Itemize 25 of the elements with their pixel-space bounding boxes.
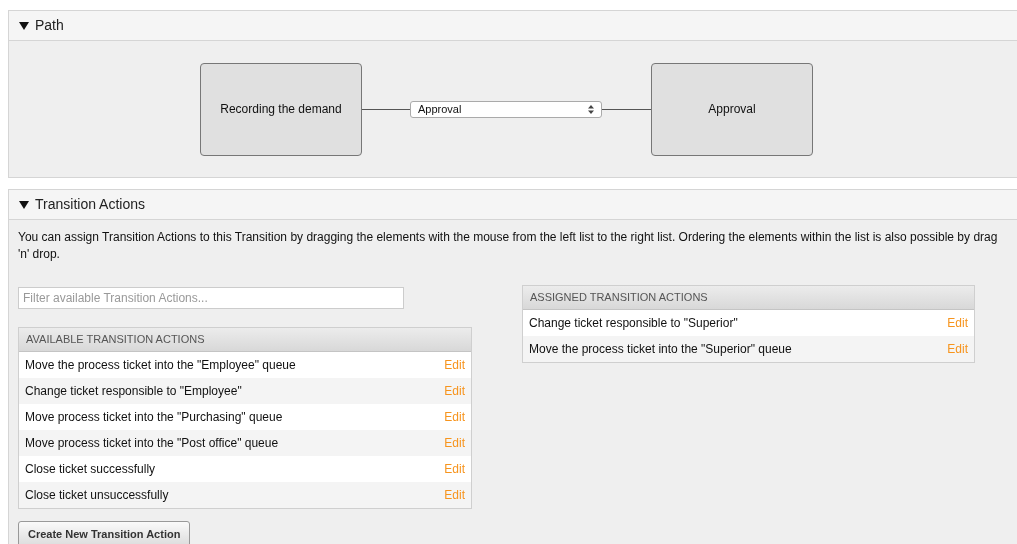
panel-title: Transition Actions	[35, 195, 145, 214]
list-item[interactable]: Close ticket successfully Edit	[19, 456, 471, 482]
action-label: Change ticket responsible to "Employee"	[25, 383, 242, 400]
transition-select[interactable]: Approval	[410, 100, 602, 118]
select-arrows-icon	[588, 104, 594, 114]
list-item[interactable]: Move the process ticket into the "Employee" queue Edit	[19, 352, 471, 378]
activity-node[interactable]: Recording the demand	[200, 62, 362, 156]
description-text: You can assign Transition Actions to this Transition by dragging the elements with the mouse from the left list to the right list. Ordering the elements within the list is also possible by drag 'n' drop.	[18, 229, 999, 263]
action-label: Close ticket unsuccessfully	[25, 487, 169, 504]
list-item[interactable]: Move process ticket into the "Purchasing" queue Edit	[19, 404, 471, 430]
action-label: Close ticket successfully	[25, 461, 156, 478]
list-header: ASSIGNED TRANSITION ACTIONS	[523, 286, 974, 310]
action-label: Move process ticket into the "Post office" queue	[25, 435, 279, 452]
list-item[interactable]: Change ticket responsible to "Superior" Edit	[523, 310, 974, 336]
panel-title: Path	[35, 16, 64, 35]
collapse-triangle-icon[interactable]	[19, 199, 29, 210]
action-label: Change ticket responsible to "Superior"	[529, 315, 738, 332]
list-header: AVAILABLE TRANSITION ACTIONS	[19, 328, 471, 352]
action-label: Move the process ticket into the "Employee" queue	[25, 357, 296, 374]
collapse-triangle-icon[interactable]	[19, 20, 29, 31]
create-action-button[interactable]: Create New Transition Action	[18, 521, 191, 544]
activity-node[interactable]: Approval	[651, 62, 813, 156]
action-label: Move the process ticket into the "Superior" queue	[529, 341, 792, 358]
filter-field[interactable]: Filter available Transition Actions...	[18, 287, 404, 309]
action-label: Move process ticket into the "Purchasing" queue	[25, 409, 283, 426]
